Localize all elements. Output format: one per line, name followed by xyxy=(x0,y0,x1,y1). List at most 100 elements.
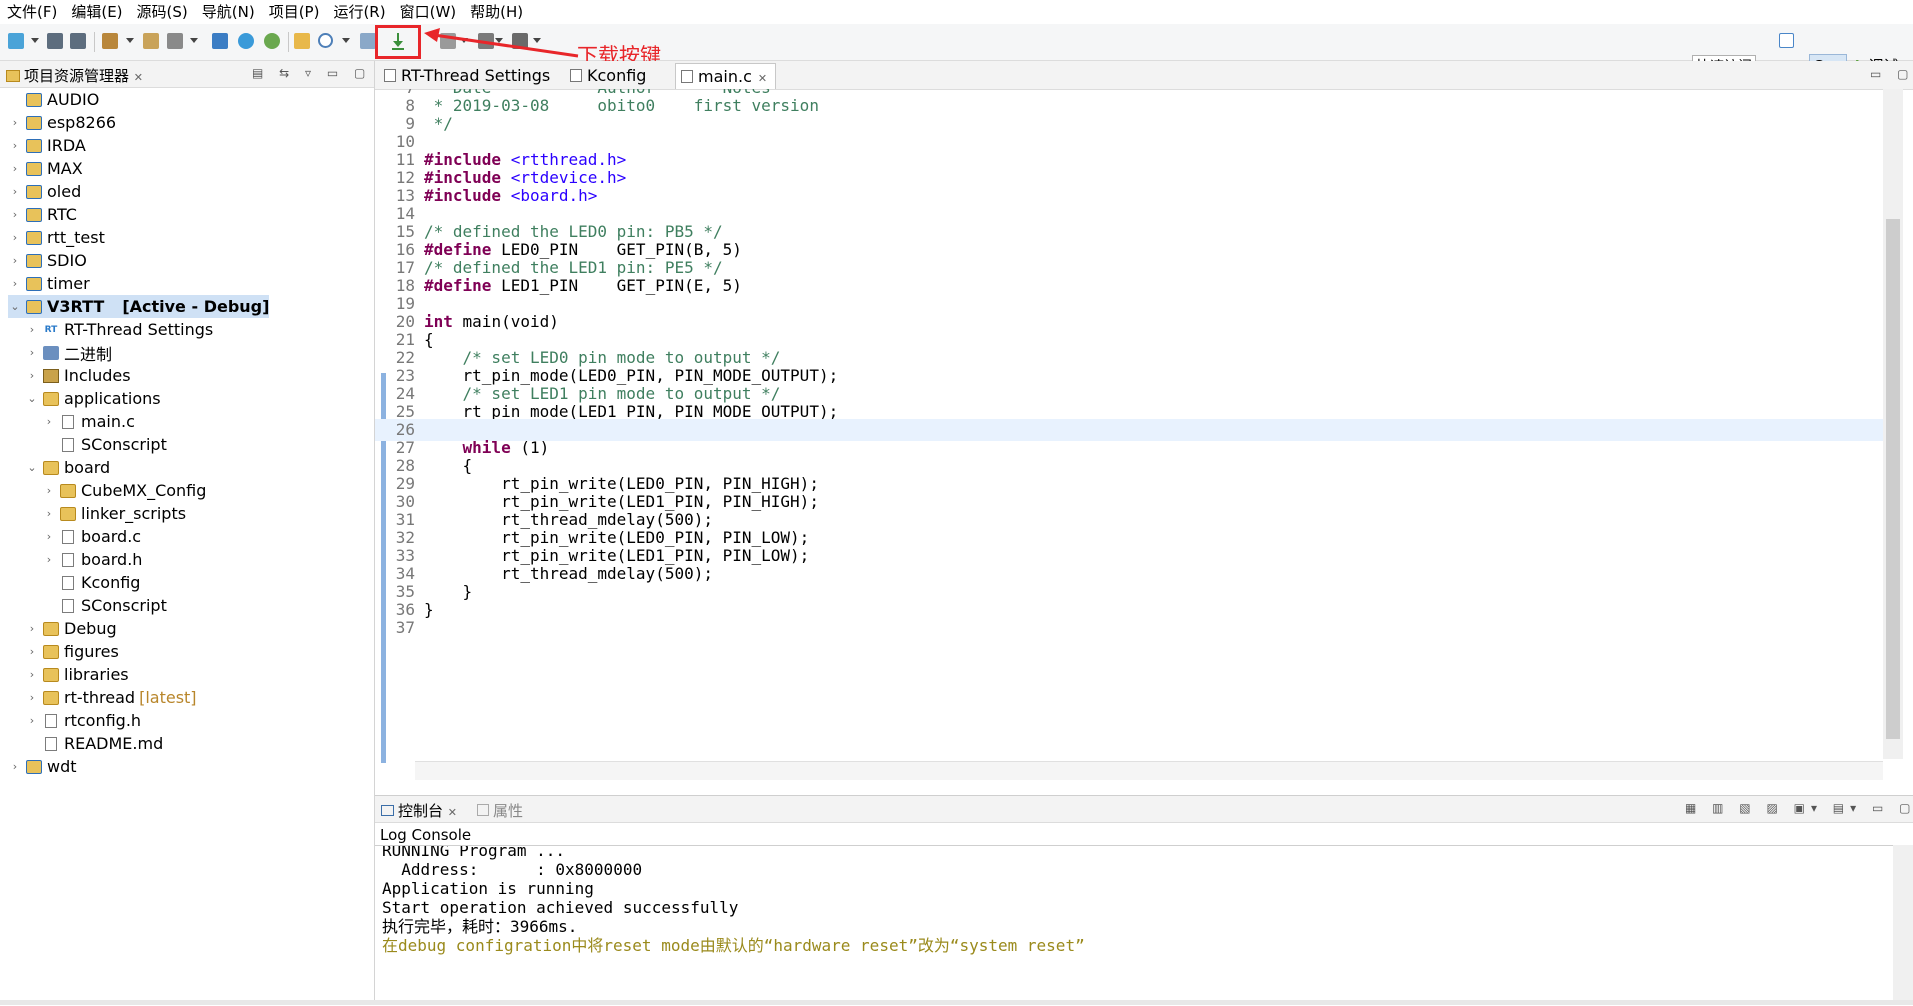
console-output[interactable]: RUNNING Program ... Address: : 0x8000000… xyxy=(375,845,1893,1001)
close-icon[interactable]: ✕ xyxy=(448,806,457,819)
chevron-right-icon[interactable]: › xyxy=(8,116,22,129)
chevron-right-icon[interactable]: › xyxy=(8,277,22,290)
tree-item-label: board.h xyxy=(81,550,143,569)
menu-item[interactable]: 文件(F) xyxy=(0,0,64,24)
menu-item[interactable]: 编辑(E) xyxy=(64,0,129,24)
tree-item[interactable]: › main.c xyxy=(42,410,135,433)
chevron-right-icon[interactable]: › xyxy=(8,162,22,175)
chevron-right-icon[interactable]: › xyxy=(25,714,39,727)
tab-properties[interactable]: 属性 xyxy=(477,800,523,821)
scrollbar-thumb[interactable] xyxy=(1886,219,1900,739)
tree-item[interactable]: › figures xyxy=(25,640,119,663)
tree-item[interactable]: ⌄ V3RTT [Active - Debug] xyxy=(8,295,270,318)
chevron-right-icon[interactable]: › xyxy=(8,254,22,267)
chevron-right-icon[interactable]: › xyxy=(8,760,22,773)
menu-item[interactable]: 源码(S) xyxy=(130,0,195,24)
tree-item[interactable]: › RTC xyxy=(8,203,77,226)
code-editor[interactable]: 7 * Date Author Notes8 * 2019-03-08 obit… xyxy=(375,89,1883,759)
tree-item[interactable]: SConscript xyxy=(42,594,167,617)
editor-vertical-scrollbar[interactable] xyxy=(1883,89,1903,759)
tree-item[interactable]: › board.h xyxy=(42,548,143,571)
tree-item[interactable]: › MAX xyxy=(8,157,83,180)
tree-item[interactable]: › oled xyxy=(8,180,81,203)
bottom-scrollbar[interactable] xyxy=(0,1000,1913,1005)
chevron-right-icon[interactable]: › xyxy=(42,507,56,520)
chevron-down-icon[interactable]: ⌄ xyxy=(25,392,39,405)
chevron-down-icon[interactable]: ⌄ xyxy=(8,300,22,313)
explorer-toolbar-icons[interactable]: ▤ ⇆ ▿ ▭ ▢ xyxy=(252,66,371,80)
open-perspective-icon[interactable] xyxy=(1779,33,1794,48)
chevron-right-icon[interactable]: › xyxy=(8,185,22,198)
build-icon[interactable] xyxy=(102,33,118,49)
tree-item[interactable]: Kconfig xyxy=(42,571,140,594)
tree-item[interactable]: › SDIO xyxy=(8,249,87,272)
chevron-right-icon[interactable]: › xyxy=(8,231,22,244)
chevron-right-icon[interactable]: › xyxy=(25,369,39,382)
tree-item[interactable]: › esp8266 xyxy=(8,111,116,134)
chevron-right-icon[interactable]: › xyxy=(42,530,56,543)
editor-minmax-icons[interactable]: ▭ ▢ xyxy=(1870,67,1913,81)
chevron-down-icon[interactable]: ⌄ xyxy=(25,461,39,474)
new-icon[interactable] xyxy=(8,33,24,49)
tab-console[interactable]: 控制台 ✕ xyxy=(381,800,457,821)
close-icon[interactable]: ✕ xyxy=(134,71,143,84)
tree-item[interactable]: › Includes xyxy=(25,364,131,387)
tree-item[interactable]: › CubeMX_Config xyxy=(42,479,207,502)
tree-item[interactable]: › wdt xyxy=(8,755,77,778)
tree-item[interactable]: › board.c xyxy=(42,525,141,548)
tree-item[interactable]: › rt-thread [latest] xyxy=(25,686,197,709)
open-folder-icon[interactable] xyxy=(294,33,310,49)
chevron-right-icon[interactable]: › xyxy=(25,645,39,658)
tree-item[interactable]: SConscript xyxy=(42,433,167,456)
tree-item[interactable]: › timer xyxy=(8,272,90,295)
tab-kconfig[interactable]: Kconfig xyxy=(565,63,654,89)
chevron-right-icon[interactable]: › xyxy=(25,668,39,681)
chevron-right-icon[interactable]: › xyxy=(25,323,39,336)
menu-item[interactable]: 导航(N) xyxy=(195,0,262,24)
tree-item[interactable]: › Debug xyxy=(25,617,117,640)
settings-gear-icon[interactable] xyxy=(238,33,254,49)
build-dropdown-icon[interactable] xyxy=(126,38,134,43)
chevron-right-icon[interactable]: › xyxy=(42,553,56,566)
save-icon[interactable] xyxy=(47,33,63,49)
tab-main-c[interactable]: main.c ✕ xyxy=(675,63,777,89)
download-button[interactable] xyxy=(375,25,421,59)
new-dropdown-icon[interactable] xyxy=(31,38,39,43)
tree-item[interactable]: ⌄ applications xyxy=(25,387,160,410)
menu-item[interactable]: 窗口(W) xyxy=(393,0,464,24)
chevron-right-icon[interactable]: › xyxy=(8,139,22,152)
chevron-right-icon[interactable]: › xyxy=(25,346,39,359)
menu-item[interactable]: 运行(R) xyxy=(326,0,392,24)
tree-item[interactable]: AUDIO xyxy=(8,88,99,111)
chevron-right-icon[interactable]: › xyxy=(42,484,56,497)
chevron-right-icon[interactable]: › xyxy=(25,691,39,704)
clean-icon[interactable] xyxy=(167,33,183,49)
search-icon[interactable] xyxy=(318,33,333,48)
chevron-right-icon[interactable]: › xyxy=(8,208,22,221)
menu-item[interactable]: 项目(P) xyxy=(262,0,327,24)
console-scrollbar[interactable] xyxy=(1893,845,1913,1000)
close-icon[interactable]: ✕ xyxy=(758,72,767,85)
tree-item[interactable]: README.md xyxy=(25,732,163,755)
tree-item[interactable]: › rtt_test xyxy=(8,226,105,249)
clean-dropdown-icon[interactable] xyxy=(190,38,198,43)
tree-item[interactable]: › RT RT-Thread Settings xyxy=(25,318,213,341)
console-toolbar-icons[interactable]: ▦ ▥ ▧ ▨ ▣▾ ▤▾ ▭ ▢ xyxy=(1685,801,1913,815)
marker-icon[interactable] xyxy=(360,33,376,49)
debug-bug-icon[interactable] xyxy=(264,33,280,49)
hammer-icon[interactable] xyxy=(143,33,159,49)
tree-item[interactable]: › 二进制 xyxy=(25,341,112,364)
tab-rt-thread-settings[interactable]: RT-Thread Settings xyxy=(379,63,558,89)
terminal-icon[interactable] xyxy=(212,33,228,49)
chevron-right-icon[interactable]: › xyxy=(25,622,39,635)
editor-horizontal-scrollbar[interactable] xyxy=(415,761,1883,780)
save-all-icon[interactable] xyxy=(70,33,86,49)
chevron-right-icon[interactable]: › xyxy=(42,415,56,428)
tree-item[interactable]: › libraries xyxy=(25,663,129,686)
tree-item[interactable]: ⌄ board xyxy=(25,456,110,479)
tree-item[interactable]: › rtconfig.h xyxy=(25,709,141,732)
tree-item[interactable]: › IRDA xyxy=(8,134,86,157)
tree-item[interactable]: › linker_scripts xyxy=(42,502,186,525)
search-dropdown-icon[interactable] xyxy=(342,38,350,43)
menu-item[interactable]: 帮助(H) xyxy=(463,0,530,24)
